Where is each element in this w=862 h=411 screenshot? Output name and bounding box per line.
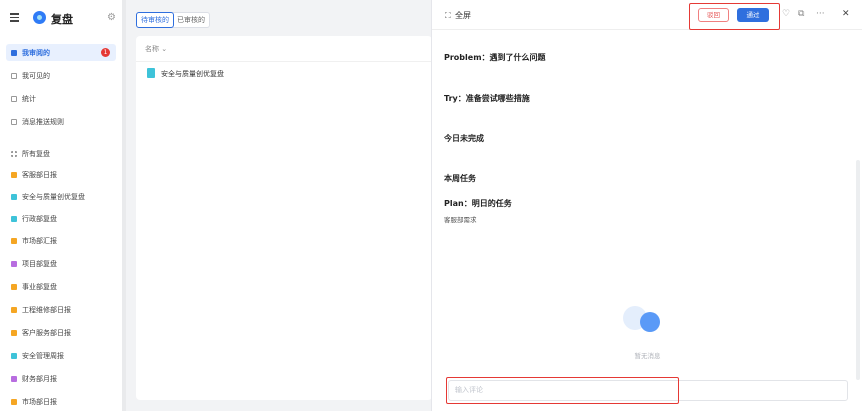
group-label: 安全与质量创优复盘 <box>22 192 85 201</box>
menu-icon[interactable] <box>10 13 19 22</box>
group-item[interactable]: 行政部复盘 <box>6 210 116 227</box>
nav-label: 统计 <box>22 94 36 103</box>
more-icon[interactable]: ··· <box>816 9 825 19</box>
empty-message: 暂无消息 <box>634 352 661 360</box>
group-label: 客户服务部日报 <box>22 328 71 337</box>
group-label: 财务部月报 <box>22 374 57 383</box>
sidebar: 复盘 ⚙ 我审阅的 1 我可见的 统计 消息推送规则 所有复盘 客服部日报 安全… <box>0 0 122 411</box>
section-unfinished: 今日未完成 <box>444 134 484 143</box>
group-doc-icon <box>11 237 17 244</box>
group-item[interactable]: 项目部复盘 <box>6 255 116 272</box>
reject-button[interactable]: 驳回 <box>698 8 729 22</box>
doc-icon <box>147 68 155 78</box>
group-doc-icon <box>11 306 17 313</box>
nav-item-reviewed-by-me[interactable]: 我审阅的 1 <box>6 44 116 61</box>
app-logo <box>33 11 46 24</box>
group-item[interactable]: 安全管理周报 <box>6 347 116 364</box>
review-list-panel: 待审核的 已审核的 名称 ⌄ 安全与质量创优复盘 <box>128 0 432 411</box>
group-item[interactable]: 财务部月报 <box>6 370 116 387</box>
review-tabs: 待审核的 已审核的 <box>136 12 210 28</box>
tab-pending[interactable]: 待审核的 <box>136 12 174 28</box>
nav-label: 我可见的 <box>22 71 50 80</box>
group-item[interactable]: 事业部复盘 <box>6 278 116 295</box>
nav-label: 我审阅的 <box>22 48 50 57</box>
detail-scrollbar[interactable] <box>856 160 860 380</box>
group-doc-icon <box>11 283 17 290</box>
group-doc-icon <box>11 329 17 336</box>
group-doc-icon <box>11 193 17 200</box>
section-try: Try：准备尝试哪些措施 <box>444 94 530 103</box>
stats-icon <box>11 95 17 102</box>
list-item[interactable]: 安全与质量创优复盘 <box>136 61 432 83</box>
group-item[interactable]: 安全与质量创优复盘 <box>6 188 116 205</box>
group-doc-icon <box>11 375 17 382</box>
nav-item-push-rules[interactable]: 消息推送规则 <box>6 113 116 130</box>
group-label: 客服部日报 <box>22 170 57 179</box>
plan-note: 客服部需求 <box>444 216 477 224</box>
name-column-header[interactable]: 名称 ⌄ <box>145 44 167 54</box>
unread-badge: 1 <box>101 48 110 57</box>
group-doc-icon <box>11 260 17 267</box>
group-label: 项目部复盘 <box>22 259 57 268</box>
detail-header: ⛶ 全屏 驳回 通过 ♡ ⧉ ··· ✕ <box>432 0 862 30</box>
group-item[interactable]: 市场部日报 <box>6 393 116 410</box>
section-all-reviews[interactable]: 所有复盘 <box>6 145 116 162</box>
nav-item-statistics[interactable]: 统计 <box>6 90 116 107</box>
list-item-title: 安全与质量创优复盘 <box>161 70 224 78</box>
section-label: 所有复盘 <box>22 149 50 158</box>
like-icon[interactable]: ♡ <box>782 9 790 19</box>
group-item[interactable]: 客户服务部日报 <box>6 324 116 341</box>
reviewed-icon <box>11 49 17 56</box>
fullscreen-icon[interactable]: ⛶ <box>445 11 451 21</box>
tab-reviewed[interactable]: 已审核的 <box>173 13 209 27</box>
rules-icon <box>11 118 17 125</box>
group-item[interactable]: 客服部日报 <box>6 166 116 183</box>
section-weekly-tasks: 本周任务 <box>444 174 476 183</box>
bubble-shape <box>640 312 660 332</box>
settings-icon[interactable]: ⚙ <box>107 12 116 23</box>
eye-icon <box>11 72 17 79</box>
app-title: 复盘 <box>51 13 73 26</box>
group-label: 安全管理周报 <box>22 351 64 360</box>
group-label: 工程维修部日报 <box>22 305 71 314</box>
highlight-box-comment <box>446 377 679 404</box>
group-doc-icon <box>11 171 17 178</box>
fullscreen-button[interactable]: 全屏 <box>455 10 471 21</box>
share-icon[interactable]: ⧉ <box>798 9 804 19</box>
group-doc-icon <box>11 398 17 405</box>
sidebar-scrollbar[interactable] <box>122 0 126 411</box>
review-list: 名称 ⌄ 安全与质量创优复盘 <box>136 36 432 400</box>
grid-icon <box>11 150 17 157</box>
sidebar-header: 复盘 ⚙ <box>0 0 122 36</box>
section-plan: Plan：明日的任务 <box>444 199 512 208</box>
pass-button[interactable]: 通过 <box>737 8 769 22</box>
empty-chat-illustration <box>620 300 666 340</box>
group-item[interactable]: 市场部汇报 <box>6 232 116 249</box>
group-label: 事业部复盘 <box>22 282 57 291</box>
group-label: 市场部日报 <box>22 397 57 406</box>
close-icon[interactable]: ✕ <box>842 9 850 19</box>
group-doc-icon <box>11 215 17 222</box>
group-doc-icon <box>11 352 17 359</box>
detail-panel: ⛶ 全屏 驳回 通过 ♡ ⧉ ··· ✕ Problem：遇到了什么问题 Try… <box>431 0 862 411</box>
nav-item-visible-to-me[interactable]: 我可见的 <box>6 67 116 84</box>
section-problem: Problem：遇到了什么问题 <box>444 53 546 62</box>
group-item[interactable]: 工程维修部日报 <box>6 301 116 318</box>
nav-label: 消息推送规则 <box>22 117 64 126</box>
group-label: 行政部复盘 <box>22 214 57 223</box>
group-label: 市场部汇报 <box>22 236 57 245</box>
